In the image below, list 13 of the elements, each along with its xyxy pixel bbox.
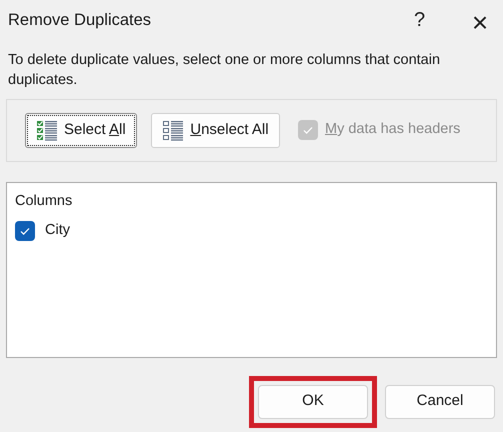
checkbox-label[interactable]: City: [45, 220, 70, 242]
instruction-text: To delete duplicate values, select one or more columns that contain duplicates.: [7, 51, 442, 90]
checkbox[interactable]: [15, 221, 35, 242]
select-all-button[interactable]: Select All: [25, 112, 137, 148]
list-heading: Columns: [15, 192, 74, 211]
ok-button[interactable]: OK: [258, 384, 368, 419]
list-icon: [162, 119, 184, 142]
checked-list-icon: [36, 119, 58, 142]
window-title: Remove Duplicates: [8, 10, 152, 31]
close-button[interactable]: ×: [457, 2, 503, 38]
help-button[interactable]: ?: [396, 2, 442, 38]
cancel-button[interactable]: Cancel: [385, 384, 495, 419]
unselect-all-button[interactable]: Unselect All: [151, 112, 280, 148]
